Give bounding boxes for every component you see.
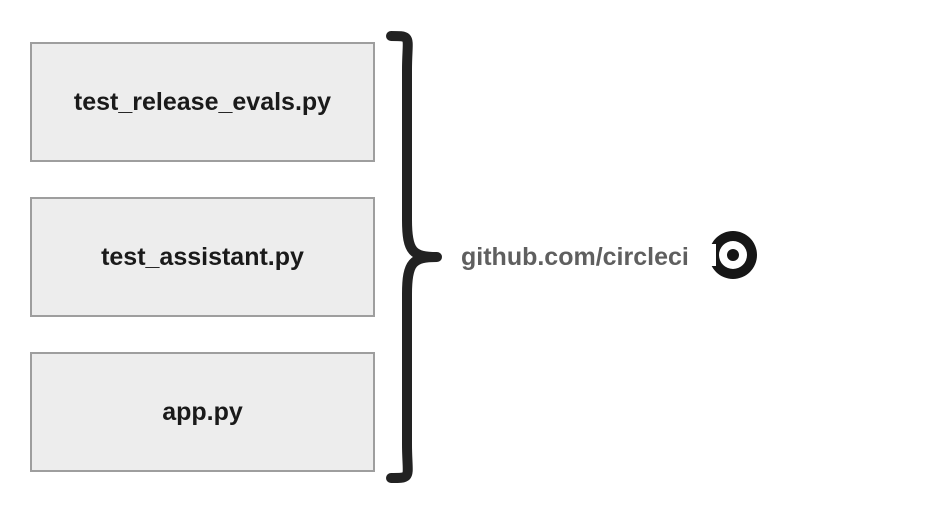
file-label: test_release_evals.py — [74, 88, 331, 117]
repo-url-label: github.com/circleci — [461, 243, 689, 272]
file-box: app.py — [30, 352, 375, 472]
files-to-repo-diagram: test_release_evals.py test_assistant.py … — [30, 30, 759, 484]
file-box: test_release_evals.py — [30, 42, 375, 162]
circleci-icon — [707, 229, 759, 286]
brace-svg — [383, 30, 443, 484]
repo-label-group: github.com/circleci — [461, 229, 759, 286]
file-label: app.py — [162, 398, 243, 427]
files-column: test_release_evals.py test_assistant.py … — [30, 42, 375, 472]
curly-brace-icon — [383, 30, 443, 484]
file-box: test_assistant.py — [30, 197, 375, 317]
file-label: test_assistant.py — [101, 243, 304, 272]
